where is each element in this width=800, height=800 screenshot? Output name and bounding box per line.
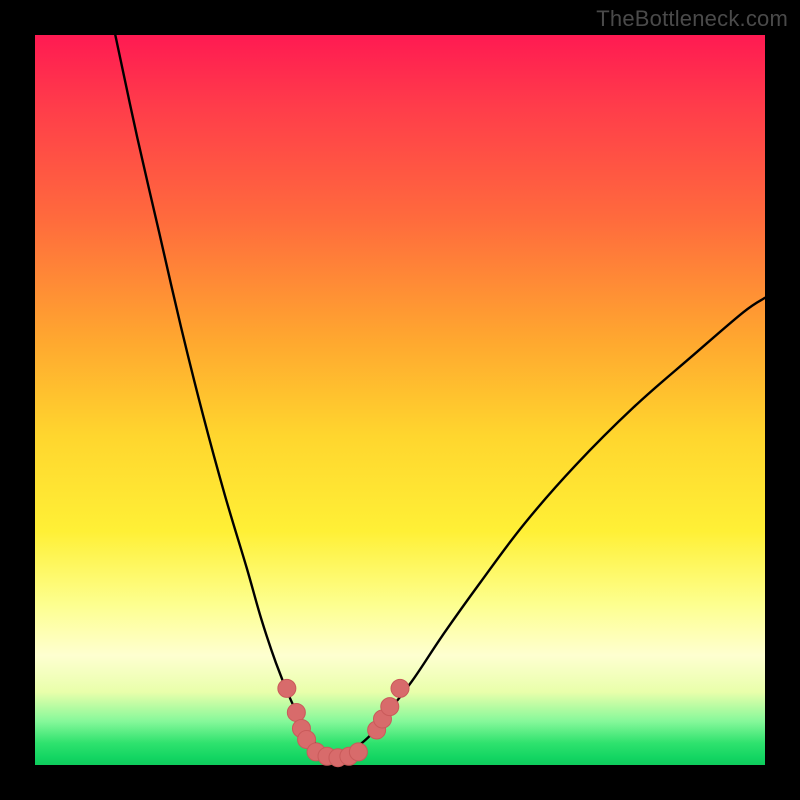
watermark-text: TheBottleneck.com (596, 6, 788, 32)
curve-marker (287, 703, 305, 721)
curve-marker (391, 679, 409, 697)
curve-marker (349, 743, 367, 761)
chart-stage: TheBottleneck.com (0, 0, 800, 800)
curve-marker (381, 698, 399, 716)
marker-group (278, 679, 409, 766)
curve-marker (278, 679, 296, 697)
curve-svg (35, 35, 765, 765)
plot-area (35, 35, 765, 765)
curve-left-branch (115, 35, 334, 758)
